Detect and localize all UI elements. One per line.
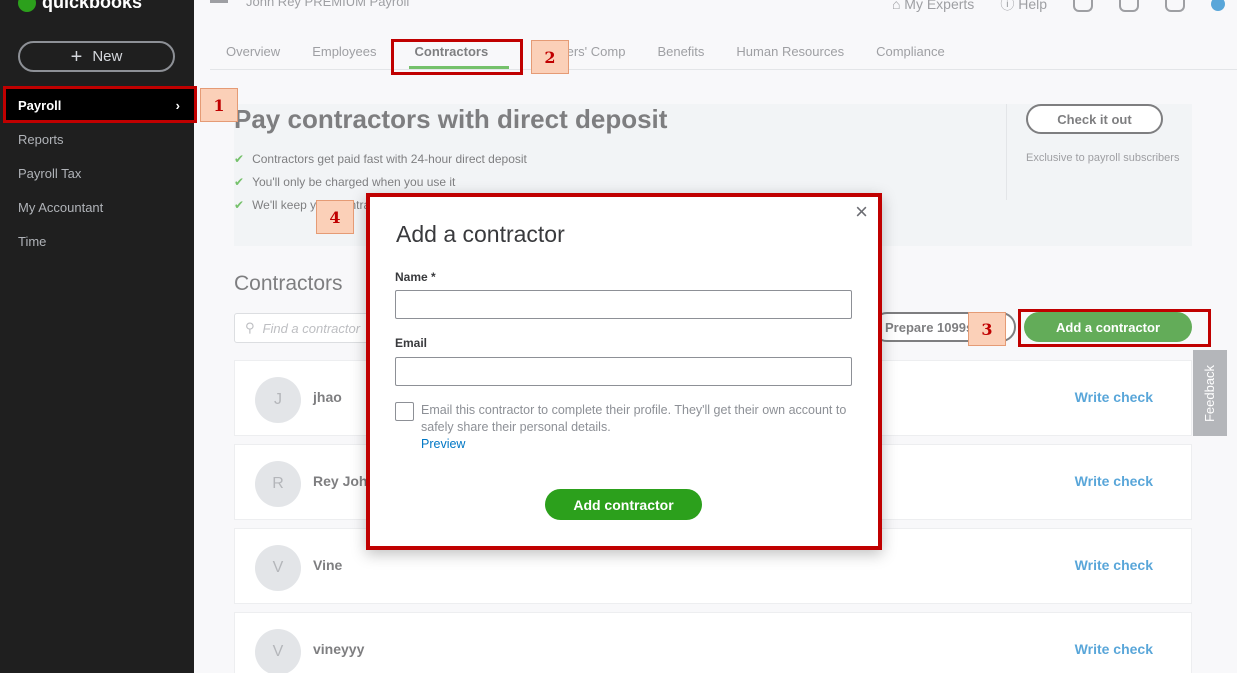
new-button[interactable]: + New	[18, 41, 175, 72]
email-field[interactable]	[395, 357, 852, 386]
email-contractor-checkbox[interactable]	[395, 402, 414, 421]
checkbox-label: Email this contractor to complete their …	[421, 403, 847, 434]
plus-icon: +	[70, 45, 83, 68]
new-button-label: New	[92, 48, 123, 65]
name-label: Name *	[395, 270, 436, 284]
sidebar-item-reports[interactable]: Reports	[18, 132, 64, 147]
sidebar-item-time[interactable]: Time	[18, 234, 46, 249]
add-contractor-submit-button[interactable]: Add contractor	[545, 489, 702, 520]
dialog-title: Add a contractor	[396, 221, 565, 247]
sidebar-item-my-accountant[interactable]: My Accountant	[18, 200, 103, 215]
add-contractor-dialog: × Add a contractor Name * Email Email th…	[366, 193, 882, 550]
annotation-number: 3	[968, 312, 1006, 346]
highlight-add-contractor	[1018, 309, 1211, 347]
highlight-payroll	[3, 86, 197, 123]
quickbooks-logo[interactable]: quickbooks	[18, 0, 142, 13]
preview-link[interactable]: Preview	[421, 437, 465, 451]
annotation-number: 2	[531, 40, 569, 74]
annotation-number: 1	[200, 88, 238, 122]
quickbooks-logo-icon	[18, 0, 36, 12]
email-label: Email	[395, 336, 428, 350]
name-field[interactable]	[395, 290, 852, 319]
logo-text: quickbooks	[42, 0, 143, 12]
annotation-number: 4	[316, 200, 354, 234]
sidebar-item-payroll-tax[interactable]: Payroll Tax	[18, 166, 81, 181]
close-icon[interactable]: ×	[855, 199, 868, 225]
highlight-contractors-tab	[391, 39, 523, 75]
